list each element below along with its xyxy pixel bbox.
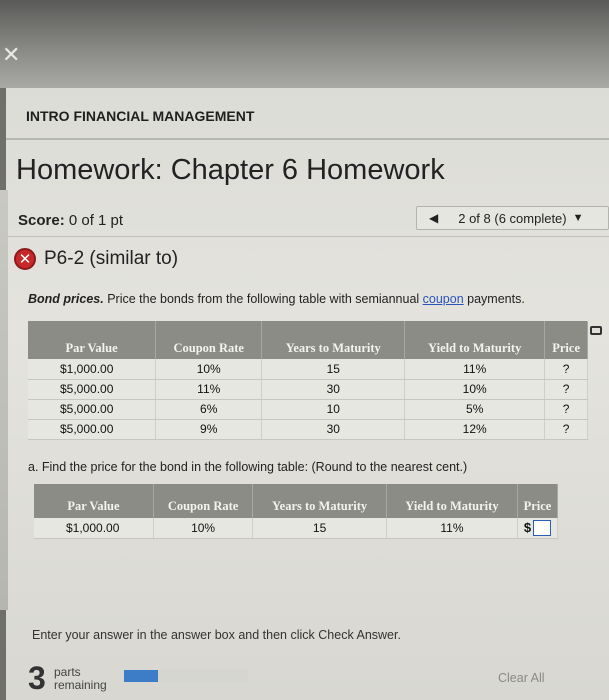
answer-table: Par Value Coupon Rate Years to Maturity …	[34, 484, 559, 539]
progress-bar-track	[158, 670, 248, 682]
cell: 9%	[155, 419, 263, 440]
parts-remaining-count: 3	[28, 660, 46, 696]
progress-bar-fill	[124, 670, 158, 682]
cell: $1,000.00	[28, 359, 157, 380]
bonds-table: Par Value Coupon Rate Years to Maturity …	[28, 321, 588, 440]
cell: 11%	[155, 379, 263, 400]
question-instruction: Bond prices. Price the bonds from the fo…	[28, 292, 525, 306]
cell: 10%	[404, 379, 546, 400]
cell: 11%	[386, 518, 518, 539]
price-answer-input[interactable]	[533, 519, 552, 536]
cell: 10%	[153, 518, 254, 539]
score-label: Score:	[18, 212, 65, 229]
table-row: $5,000.00 11% 30 10% ?	[28, 379, 588, 400]
chevron-down-icon[interactable]: ▼	[573, 212, 584, 224]
cell: 10	[261, 399, 406, 420]
table-row: $1,000.00 10% 15 11% ?	[28, 359, 588, 380]
column-header: Years to Maturity	[252, 484, 387, 518]
price-cell: $	[517, 518, 559, 539]
divider	[6, 138, 609, 140]
coupon-link[interactable]: coupon	[423, 292, 464, 306]
table-row: $1,000.00 10% 15 11% $	[34, 518, 559, 539]
question-header: ✕ P6-2 (similar to)	[14, 248, 178, 270]
table-row: $5,000.00 6% 10 5% ?	[28, 399, 588, 420]
cell: 12%	[404, 419, 546, 440]
cell: $5,000.00	[28, 399, 157, 420]
close-icon[interactable]: ✕	[2, 44, 20, 66]
question-position: 2 of 8 (6 complete)	[458, 210, 567, 226]
column-header: Price	[517, 484, 559, 518]
column-header: Par Value	[34, 484, 154, 518]
column-header: Coupon Rate	[153, 484, 254, 518]
cell: $5,000.00	[28, 419, 157, 440]
currency-symbol: $	[523, 520, 532, 536]
cell: 30	[261, 419, 406, 440]
x-circle-icon: ✕	[14, 248, 36, 270]
column-header: Years to Maturity	[261, 321, 406, 359]
cell: $1,000.00	[34, 518, 154, 539]
question-title: P6-2 (similar to)	[44, 248, 179, 269]
instruction-text: Price the bonds from the following table…	[103, 292, 423, 306]
cell: ?	[544, 419, 588, 440]
column-header: Coupon Rate	[155, 321, 263, 359]
cell: 11%	[404, 359, 546, 380]
left-edge-strip	[0, 190, 8, 610]
cell: 15	[261, 359, 406, 380]
table-row: $5,000.00 9% 30 12% ?	[28, 419, 588, 440]
cell: 15	[252, 518, 387, 539]
cell: 10%	[155, 359, 263, 380]
column-header: Price	[544, 321, 588, 359]
question-navigator[interactable]: ◀ 2 of 8 (6 complete) ▼	[416, 206, 609, 230]
course-title: INTRO FINANCIAL MANAGEMENT	[26, 108, 255, 124]
instruction-bold: Bond prices.	[28, 292, 104, 306]
score: Score: 0 of 1 pt	[18, 212, 123, 229]
divider	[6, 236, 609, 237]
instruction-end: payments.	[463, 292, 525, 306]
cell: 30	[261, 379, 406, 400]
browser-top-area: ✕	[0, 0, 609, 88]
cell: 5%	[404, 399, 546, 420]
column-header: Yield to Maturity	[404, 321, 546, 359]
parts-remaining-label: parts remaining	[54, 665, 107, 692]
cell: ?	[544, 359, 588, 380]
cell: ?	[544, 379, 588, 400]
cell: $5,000.00	[28, 379, 157, 400]
copy-table-icon[interactable]	[590, 326, 602, 335]
part-a-prompt: a. Find the price for the bond in the fo…	[28, 460, 468, 474]
score-value: 0 of 1 pt	[68, 212, 124, 229]
homework-title: Homework: Chapter 6 Homework	[16, 154, 445, 186]
homework-panel: INTRO FINANCIAL MANAGEMENT Homework: Cha…	[6, 88, 609, 700]
cell: 6%	[155, 399, 263, 420]
clear-all-button[interactable]: Clear All	[498, 671, 545, 685]
answer-instruction: Enter your answer in the answer box and …	[32, 628, 401, 642]
column-header: Par Value	[28, 321, 157, 359]
column-header: Yield to Maturity	[386, 484, 518, 518]
cell: ?	[544, 399, 588, 420]
previous-question-icon[interactable]: ◀	[429, 211, 438, 225]
